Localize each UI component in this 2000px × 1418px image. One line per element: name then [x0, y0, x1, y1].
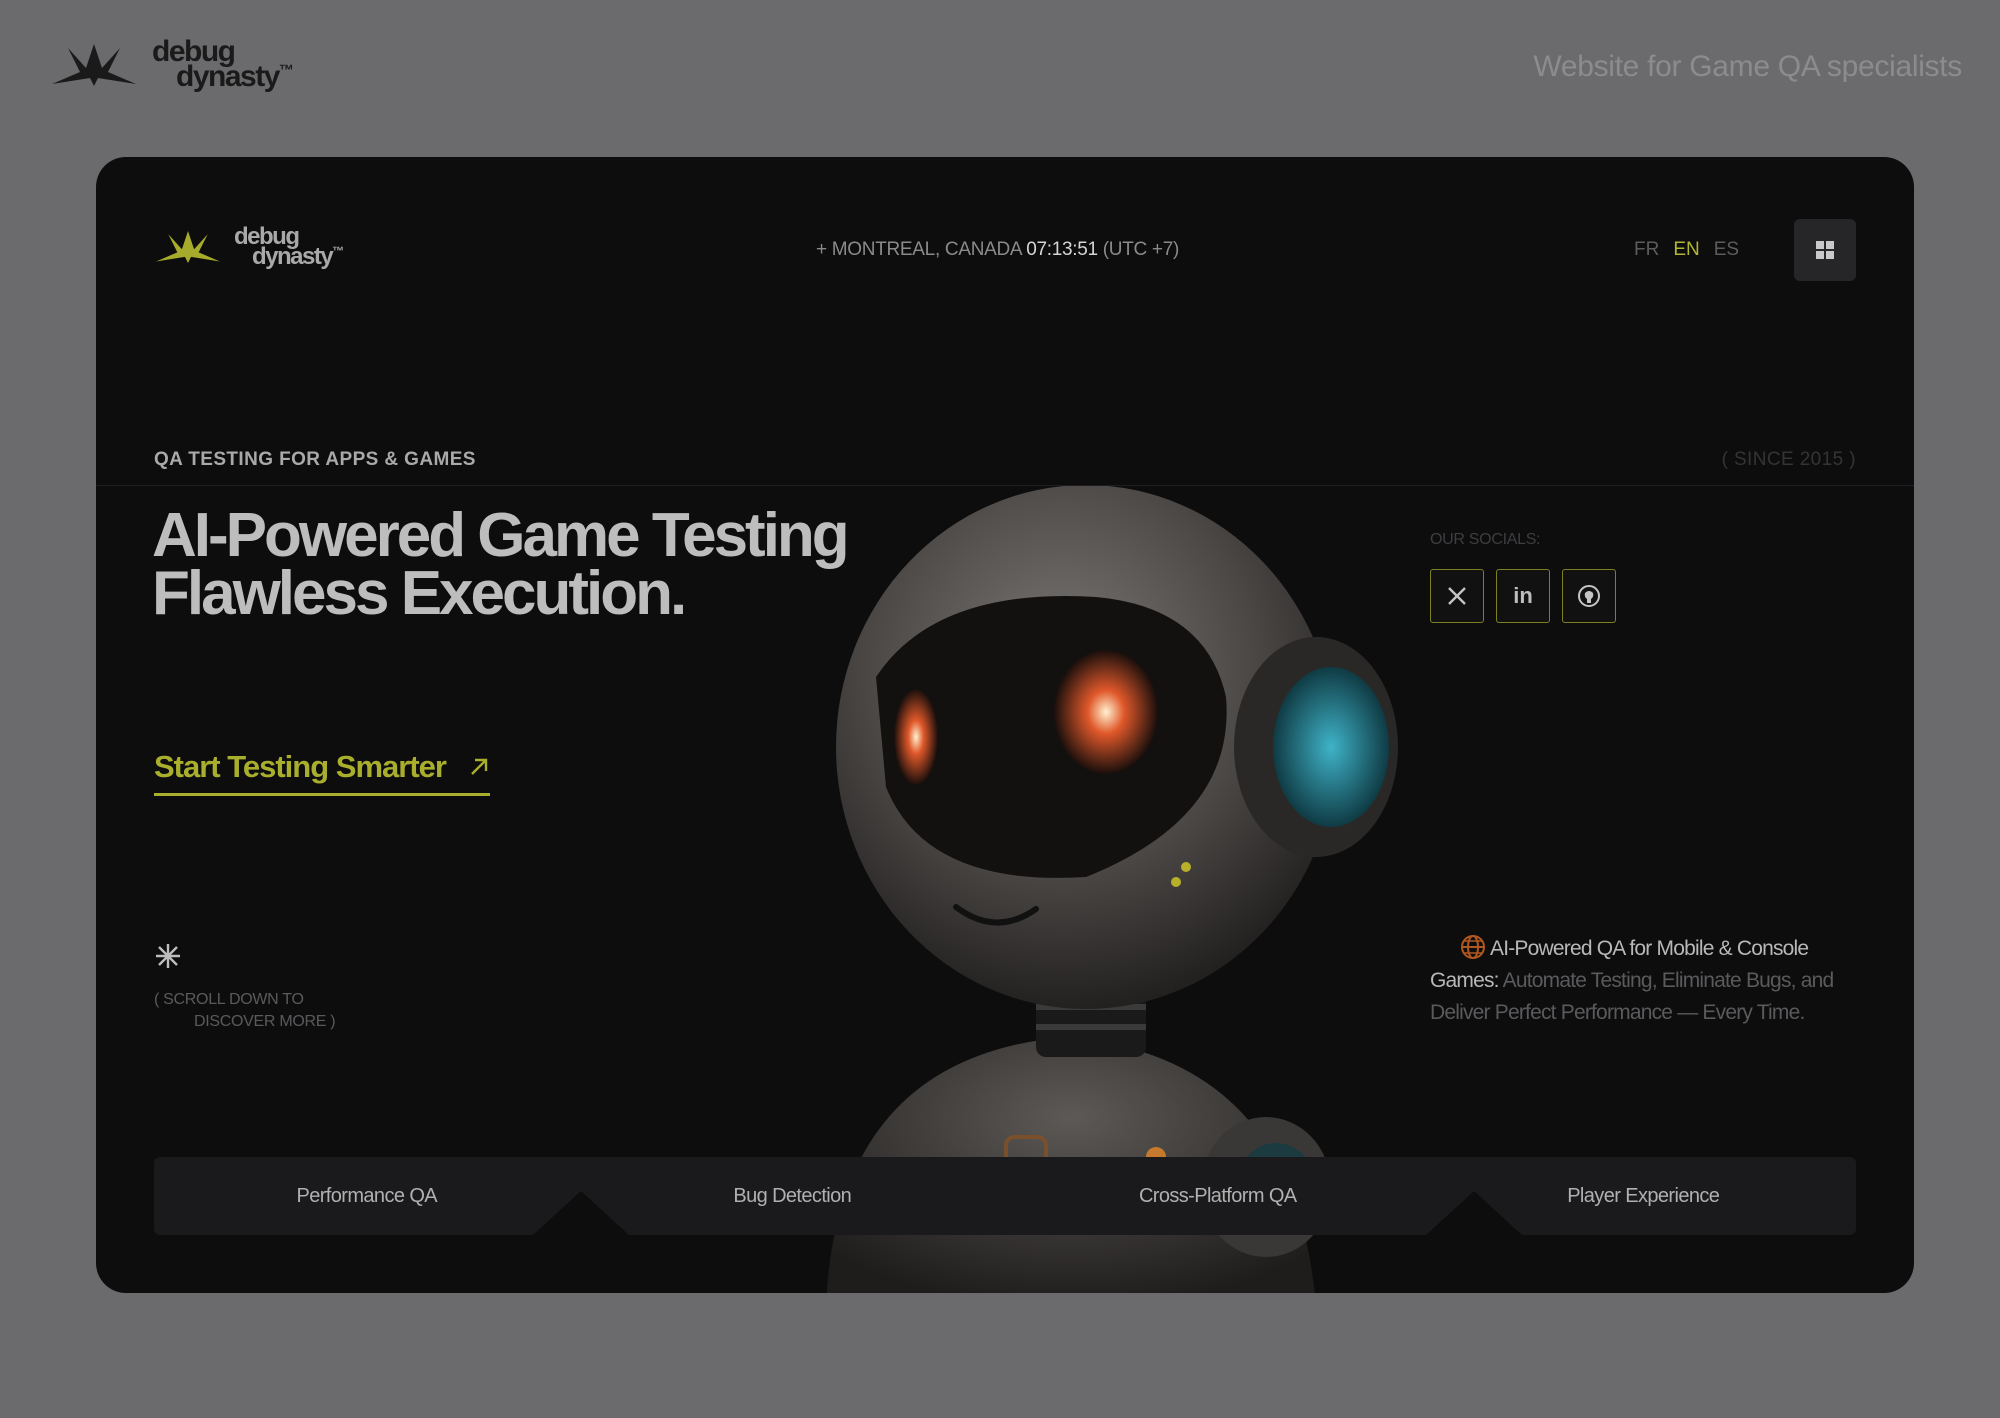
logo-tm: ™ [278, 62, 294, 79]
language-switcher: FR EN ES [1634, 239, 1739, 261]
scroll-hint: ( SCROLL DOWN TO DISCOVER MORE ) [154, 989, 336, 1033]
lang-en[interactable]: EN [1673, 239, 1699, 261]
scroll-line2: DISCOVER MORE ) [194, 1013, 336, 1030]
nav-logo[interactable]: debug dynasty™ [154, 225, 345, 268]
github-social-button[interactable] [1562, 569, 1616, 623]
socials-label: OUR SOCIALS: [1430, 531, 1541, 548]
logo-mark-icon [52, 44, 136, 86]
linkedin-social-button[interactable]: in [1496, 569, 1550, 623]
scroll-line1: ( SCROLL DOWN TO [154, 991, 304, 1008]
page-tagline: Website for Game QA specialists [1533, 50, 1962, 83]
asterisk-icon [156, 944, 180, 968]
lang-es[interactable]: ES [1714, 239, 1739, 261]
arrow-up-right-icon [471, 758, 488, 775]
tab-divider-notch [1426, 1191, 1522, 1235]
logo-wordmark: debug dynasty™ [152, 37, 294, 91]
divider-line [96, 485, 1914, 486]
clock-utc: (UTC +7) [1102, 239, 1180, 260]
headline-line2: Flawless Execution. [152, 559, 687, 628]
hero-headline: AI-Powered Game Testing Flawless Executi… [152, 501, 850, 628]
x-icon [1448, 587, 1466, 605]
headline-line1: AI-Powered Game Testing [152, 501, 850, 570]
menu-button[interactable] [1794, 219, 1856, 281]
logo-mark-icon [156, 230, 220, 263]
grid-icon [1816, 241, 1834, 259]
logo-line2: dynasty [176, 60, 280, 93]
tab-bug-detection[interactable]: Bug Detection [580, 1157, 1006, 1235]
nav-logo-line2: dynasty [252, 242, 334, 270]
cta-label: Start Testing Smarter [154, 749, 447, 784]
site-logo[interactable]: debug dynasty™ [50, 37, 294, 92]
tab-cross-platform-qa[interactable]: Cross-Platform QA [1005, 1157, 1431, 1235]
location-text: + MONTREAL, CANADA [816, 239, 1022, 260]
hero-eyebrow: QA TESTING FOR APPS & GAMES [154, 449, 476, 470]
clock-time: 07:13:51 [1026, 239, 1098, 260]
since-label: ( SINCE 2015 ) [1721, 449, 1856, 470]
github-icon [1578, 585, 1600, 607]
location-clock: + MONTREAL, CANADA 07:13:51 (UTC +7) [816, 239, 1179, 261]
nav-logo-wordmark: debug dynasty™ [234, 225, 345, 268]
tab-performance-qa[interactable]: Performance QA [154, 1157, 580, 1235]
tab-divider-notch [533, 1191, 629, 1235]
service-tabs: Performance QA Bug Detection Cross-Platf… [154, 1157, 1856, 1235]
hero-card: debug dynasty™ + MONTREAL, CANADA 07:13:… [96, 157, 1914, 1293]
hero-description: AI-Powered QA for Mobile & Console Games… [1430, 933, 1870, 1029]
start-testing-button[interactable]: Start Testing Smarter [154, 749, 490, 796]
linkedin-icon: in [1513, 583, 1533, 608]
socials-list: in [1430, 569, 1616, 623]
lang-fr[interactable]: FR [1634, 239, 1659, 261]
x-social-button[interactable] [1430, 569, 1484, 623]
nav-logo-tm: ™ [332, 243, 345, 258]
globe-icon [1461, 935, 1485, 959]
